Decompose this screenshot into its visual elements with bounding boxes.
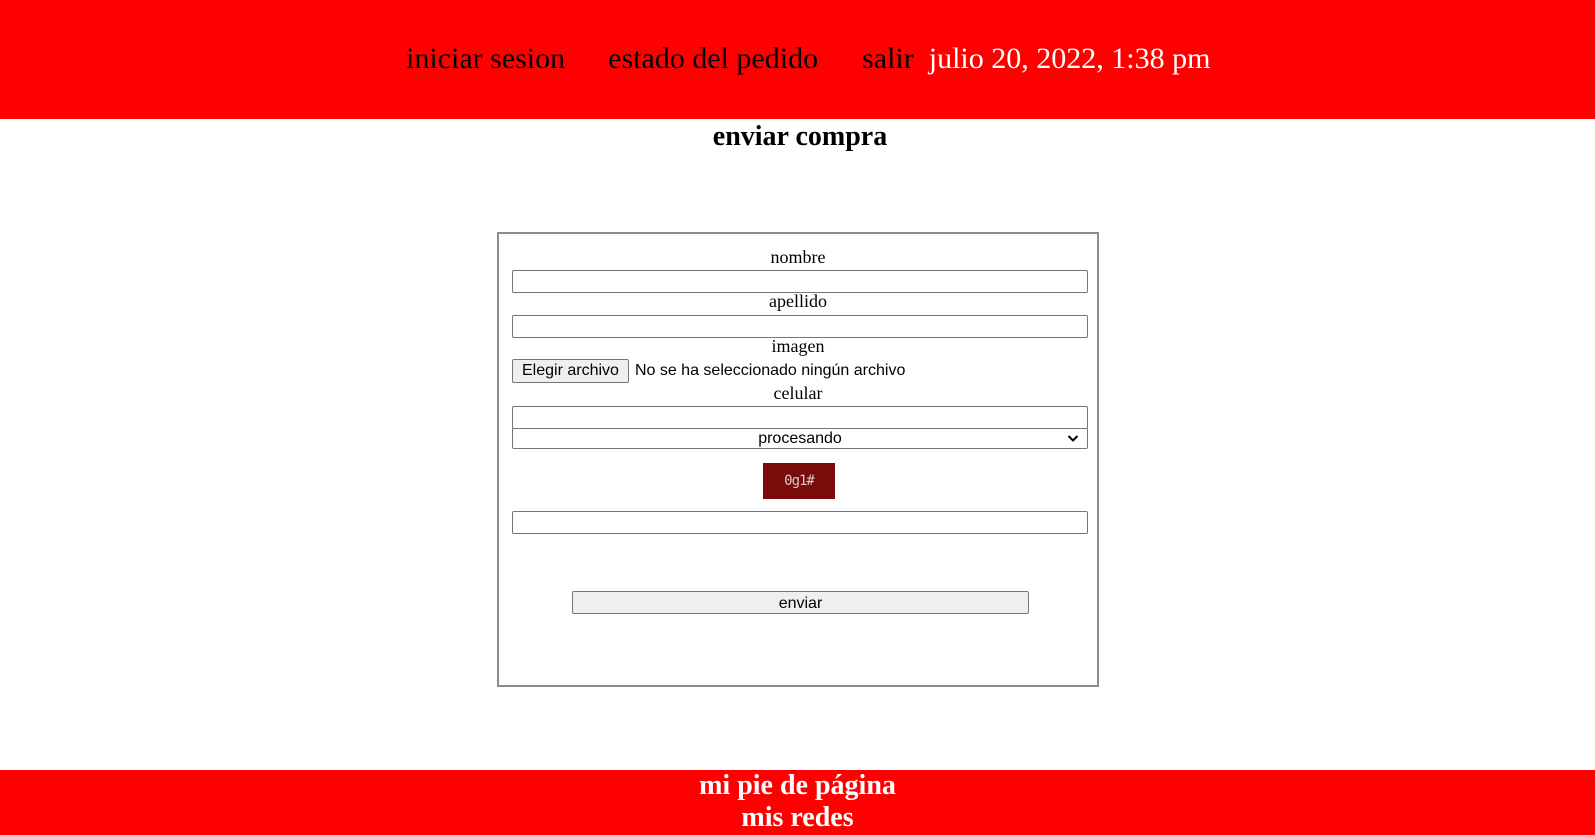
nav-link-logout[interactable]: salir: [862, 41, 914, 77]
submit-button[interactable]: enviar: [572, 591, 1029, 614]
apellido-label: apellido: [769, 291, 827, 311]
purchase-form: nombre apellido imagen Elegir archivo No…: [497, 232, 1099, 687]
chevron-down-icon: [1067, 435, 1079, 442]
current-datetime: julio 20, 2022, 1:38 pm: [928, 42, 1211, 75]
status-select[interactable]: procesando: [512, 428, 1088, 449]
page-title: enviar compra: [712, 121, 888, 152]
captcha-text: 0g1#: [784, 473, 815, 489]
captcha-image: 0g1#: [763, 463, 835, 499]
imagen-label: imagen: [771, 336, 825, 356]
footer-text: mi pie de página: [699, 770, 896, 801]
choose-file-button[interactable]: Elegir archivo: [512, 359, 629, 383]
top-nav: iniciar sesion estado del pedido salir j…: [406, 41, 1210, 77]
nav-link-login[interactable]: iniciar sesion: [406, 41, 565, 77]
footer-social-text: mis redes: [741, 802, 854, 833]
nav-link-order-status[interactable]: estado del pedido: [608, 41, 818, 77]
captcha-input[interactable]: [512, 511, 1088, 534]
file-status-text: No se ha seleccionado ningún archivo: [634, 362, 906, 379]
nombre-label: nombre: [770, 247, 826, 267]
header-bar: iniciar sesion estado del pedido salir j…: [0, 0, 1595, 119]
celular-input[interactable]: [512, 406, 1088, 429]
file-upload: Elegir archivo No se ha seleccionado nin…: [512, 359, 905, 383]
celular-label: celular: [773, 383, 823, 403]
status-select-value: procesando: [758, 430, 842, 447]
footer-bar: mi pie de página mis redes: [0, 770, 1595, 835]
